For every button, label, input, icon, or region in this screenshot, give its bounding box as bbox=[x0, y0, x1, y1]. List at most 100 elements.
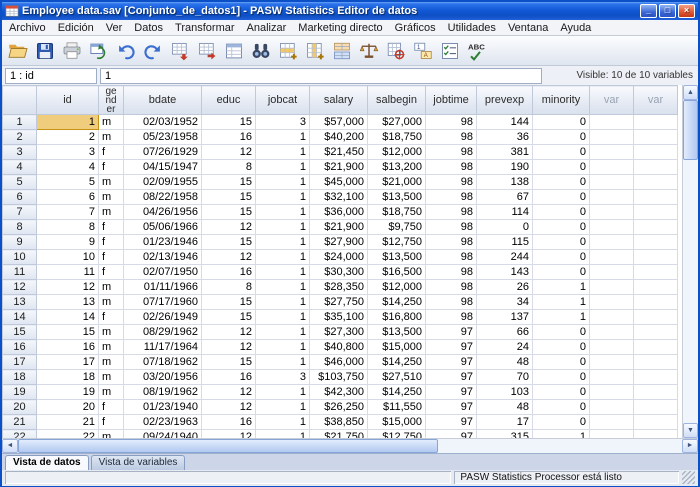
column-header-educ[interactable]: educ bbox=[202, 86, 256, 115]
cell-jobcat-20[interactable]: 1 bbox=[256, 400, 310, 415]
cell-gender-14[interactable]: f bbox=[99, 310, 124, 325]
menu-ver[interactable]: Ver bbox=[100, 21, 129, 35]
cell-prevexp-17[interactable]: 48 bbox=[477, 355, 533, 370]
active-cell[interactable]: 1 bbox=[37, 115, 99, 130]
cell-salbegin-3[interactable]: $12,000 bbox=[368, 145, 426, 160]
cell-gender-13[interactable]: m bbox=[99, 295, 124, 310]
cell-bdate-5[interactable]: 02/09/1955 bbox=[124, 175, 202, 190]
cell-jobtime-20[interactable]: 97 bbox=[426, 400, 477, 415]
cell-prevexp-16[interactable]: 24 bbox=[477, 340, 533, 355]
cell-salary-6[interactable]: $32,100 bbox=[310, 190, 368, 205]
cell-minority-19[interactable]: 0 bbox=[533, 385, 590, 400]
cell-jobtime-13[interactable]: 98 bbox=[426, 295, 477, 310]
menu-gr-ficos[interactable]: Gráficos bbox=[389, 21, 442, 35]
cell-gender-10[interactable]: f bbox=[99, 250, 124, 265]
column-header-var2[interactable]: var bbox=[634, 86, 678, 115]
cell-jobcat-18[interactable]: 3 bbox=[256, 370, 310, 385]
cell-bdate-2[interactable]: 05/23/1958 bbox=[124, 130, 202, 145]
cell-var2-21[interactable] bbox=[634, 415, 678, 430]
cell-prevexp-8[interactable]: 0 bbox=[477, 220, 533, 235]
cell-minority-1[interactable]: 0 bbox=[533, 115, 590, 130]
cell-prevexp-20[interactable]: 48 bbox=[477, 400, 533, 415]
cell-educ-7[interactable]: 15 bbox=[202, 205, 256, 220]
row-header-15[interactable]: 15 bbox=[3, 325, 37, 340]
cell-prevexp-4[interactable]: 190 bbox=[477, 160, 533, 175]
row-header-2[interactable]: 2 bbox=[3, 130, 37, 145]
cell-var2-13[interactable] bbox=[634, 295, 678, 310]
cell-bdate-20[interactable]: 01/23/1940 bbox=[124, 400, 202, 415]
cell-bdate-1[interactable]: 02/03/1952 bbox=[124, 115, 202, 130]
cell-jobtime-18[interactable]: 97 bbox=[426, 370, 477, 385]
menu-marketing-directo[interactable]: Marketing directo bbox=[292, 21, 388, 35]
cell-salary-14[interactable]: $35,100 bbox=[310, 310, 368, 325]
cell-var1-18[interactable] bbox=[590, 370, 634, 385]
cell-salary-1[interactable]: $57,000 bbox=[310, 115, 368, 130]
close-button[interactable]: × bbox=[678, 4, 695, 18]
cell-salbegin-1[interactable]: $27,000 bbox=[368, 115, 426, 130]
column-header-salbegin[interactable]: salbegin bbox=[368, 86, 426, 115]
cell-educ-1[interactable]: 15 bbox=[202, 115, 256, 130]
cell-reference[interactable]: 1 : id bbox=[5, 68, 97, 84]
cell-salary-22[interactable]: $21,750 bbox=[310, 430, 368, 439]
cell-gender-1[interactable]: m bbox=[99, 115, 124, 130]
cell-var2-11[interactable] bbox=[634, 265, 678, 280]
cell-educ-6[interactable]: 15 bbox=[202, 190, 256, 205]
cell-minority-16[interactable]: 0 bbox=[533, 340, 590, 355]
cell-var1-17[interactable] bbox=[590, 355, 634, 370]
scroll-left-button[interactable]: ◄ bbox=[2, 439, 18, 453]
cell-salary-2[interactable]: $40,200 bbox=[310, 130, 368, 145]
save-icon[interactable] bbox=[32, 38, 58, 63]
grid-corner[interactable] bbox=[3, 86, 37, 115]
cell-var2-5[interactable] bbox=[634, 175, 678, 190]
cell-salary-3[interactable]: $21,450 bbox=[310, 145, 368, 160]
menu-ayuda[interactable]: Ayuda bbox=[554, 21, 597, 35]
menu-utilidades[interactable]: Utilidades bbox=[442, 21, 502, 35]
cell-gender-20[interactable]: f bbox=[99, 400, 124, 415]
cell-var2-3[interactable] bbox=[634, 145, 678, 160]
row-header-9[interactable]: 9 bbox=[3, 235, 37, 250]
horizontal-scroll-track[interactable] bbox=[438, 439, 682, 453]
vertical-scroll-track[interactable] bbox=[683, 160, 698, 423]
cell-var1-1[interactable] bbox=[590, 115, 634, 130]
cell-gender-9[interactable]: f bbox=[99, 235, 124, 250]
cell-var1-3[interactable] bbox=[590, 145, 634, 160]
cell-id-15[interactable]: 15 bbox=[37, 325, 99, 340]
use-sets-icon[interactable] bbox=[437, 38, 463, 63]
cell-var1-16[interactable] bbox=[590, 340, 634, 355]
cell-gender-3[interactable]: f bbox=[99, 145, 124, 160]
cell-var1-12[interactable] bbox=[590, 280, 634, 295]
cell-var2-15[interactable] bbox=[634, 325, 678, 340]
cell-gender-16[interactable]: m bbox=[99, 340, 124, 355]
cell-salbegin-6[interactable]: $13,500 bbox=[368, 190, 426, 205]
cell-minority-21[interactable]: 0 bbox=[533, 415, 590, 430]
column-header-jobcat[interactable]: jobcat bbox=[256, 86, 310, 115]
cell-educ-5[interactable]: 15 bbox=[202, 175, 256, 190]
cell-educ-11[interactable]: 16 bbox=[202, 265, 256, 280]
cell-jobtime-15[interactable]: 97 bbox=[426, 325, 477, 340]
cell-var1-10[interactable] bbox=[590, 250, 634, 265]
scroll-right-button[interactable]: ► bbox=[682, 439, 698, 453]
cell-prevexp-2[interactable]: 36 bbox=[477, 130, 533, 145]
column-header-salary[interactable]: salary bbox=[310, 86, 368, 115]
row-header-6[interactable]: 6 bbox=[3, 190, 37, 205]
cell-salbegin-8[interactable]: $9,750 bbox=[368, 220, 426, 235]
cell-editor[interactable]: 1 bbox=[100, 68, 542, 84]
cell-jobcat-15[interactable]: 1 bbox=[256, 325, 310, 340]
open-data-icon[interactable] bbox=[5, 38, 31, 63]
cell-minority-11[interactable]: 0 bbox=[533, 265, 590, 280]
cell-educ-14[interactable]: 15 bbox=[202, 310, 256, 325]
cell-prevexp-12[interactable]: 26 bbox=[477, 280, 533, 295]
cell-jobcat-14[interactable]: 1 bbox=[256, 310, 310, 325]
cell-jobtime-2[interactable]: 98 bbox=[426, 130, 477, 145]
cell-minority-8[interactable]: 0 bbox=[533, 220, 590, 235]
cell-id-14[interactable]: 14 bbox=[37, 310, 99, 325]
cell-id-12[interactable]: 12 bbox=[37, 280, 99, 295]
cell-minority-14[interactable]: 1 bbox=[533, 310, 590, 325]
cell-salary-20[interactable]: $26,250 bbox=[310, 400, 368, 415]
cell-prevexp-9[interactable]: 115 bbox=[477, 235, 533, 250]
resize-grip[interactable] bbox=[682, 471, 695, 484]
cell-gender-12[interactable]: m bbox=[99, 280, 124, 295]
cell-gender-4[interactable]: f bbox=[99, 160, 124, 175]
cell-jobcat-5[interactable]: 1 bbox=[256, 175, 310, 190]
row-header-14[interactable]: 14 bbox=[3, 310, 37, 325]
